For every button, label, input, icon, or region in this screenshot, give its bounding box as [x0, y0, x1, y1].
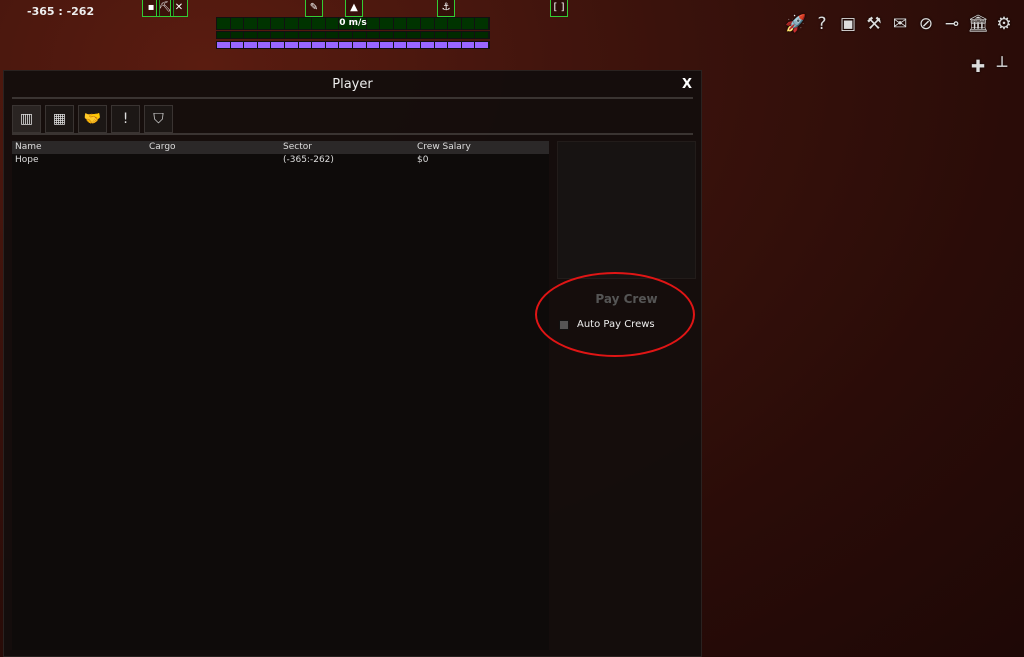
bar-segment — [271, 42, 285, 48]
bar-segment — [339, 32, 353, 38]
bar-segment — [244, 42, 258, 48]
secondary-toolbar: ✚ ┴ — [966, 55, 1014, 79]
bar-segment — [435, 42, 449, 48]
bar-segment — [421, 42, 435, 48]
bar-segment — [380, 42, 394, 48]
bar-segment — [462, 32, 476, 38]
player-window: Player X ▥ ▦ 🤝! ⛉ Name Cargo Sector Crew Sa… — [3, 70, 702, 657]
cell-salary: $0 — [417, 155, 429, 165]
rocket-icon[interactable]: 🚀 — [784, 12, 808, 36]
column-crew-salary[interactable]: Crew Salary — [417, 141, 471, 154]
faction-icon[interactable]: 🏛 — [966, 12, 990, 36]
bar-segment — [394, 32, 408, 38]
stats-tab[interactable]: ▥ — [12, 105, 41, 133]
bar-segment — [299, 42, 313, 48]
robot-arm-icon[interactable]: ⚒ — [862, 12, 886, 36]
bar-segment — [339, 42, 353, 48]
shield-bar — [216, 31, 490, 39]
structure-icon[interactable]: ┴ — [990, 55, 1014, 79]
bar-segment — [231, 32, 245, 38]
top-toolbar: 🚀? ▣ ⚒ ✉ ⊘ ⊸ 🏛 ⚙ — [784, 12, 1016, 36]
bar-segment — [435, 32, 449, 38]
details-panel — [557, 141, 696, 279]
bar-segment — [312, 42, 326, 48]
help-icon[interactable]: ? — [810, 12, 834, 36]
bar-segment — [244, 32, 258, 38]
ship-list: Name Cargo Sector Crew Salary Hope (-365… — [12, 141, 549, 650]
bar-segment — [285, 32, 299, 38]
bar-segment — [353, 32, 367, 38]
divider — [12, 97, 693, 99]
bar-segment — [448, 42, 462, 48]
bar-segment — [407, 42, 421, 48]
bar-segment — [475, 32, 489, 38]
bar-segment — [285, 42, 299, 48]
catalog-icon[interactable]: ▣ — [836, 12, 860, 36]
highlight-circle — [535, 272, 695, 357]
grid-tab[interactable]: ▦ — [45, 105, 74, 133]
bar-segment — [353, 42, 367, 48]
alerts-tab[interactable]: ! — [111, 105, 140, 133]
divider — [12, 133, 693, 135]
close-button[interactable]: X — [682, 77, 692, 92]
coordinates-readout: -365 : -262 — [27, 5, 95, 18]
power-bar — [216, 41, 490, 49]
bar-segment — [312, 32, 326, 38]
frame-button[interactable]: [ ] — [550, 0, 568, 17]
speed-readout: 0 m/s — [339, 18, 367, 28]
anchor-button[interactable]: ⚓ — [437, 0, 455, 17]
bar-segment — [299, 32, 313, 38]
bar-segment — [475, 42, 489, 48]
table-row[interactable]: Hope (-365:-262) $0 — [12, 154, 549, 167]
banner-tab[interactable]: ⛉ — [144, 105, 173, 133]
column-name[interactable]: Name — [15, 141, 149, 154]
bar-segment — [407, 32, 421, 38]
bar-segment — [258, 32, 272, 38]
weapon-icon[interactable]: ⊸ — [940, 12, 964, 36]
cell-cargo — [149, 154, 283, 167]
diplomacy-tab[interactable]: 🤝 — [78, 105, 107, 133]
bar-segment — [367, 42, 381, 48]
bar-segment — [326, 32, 340, 38]
puzzle-gear-icon[interactable]: ⚙ — [992, 12, 1016, 36]
bar-segment — [367, 32, 381, 38]
bar-segment — [217, 42, 231, 48]
bar-segment — [380, 32, 394, 38]
bar-segment — [258, 42, 272, 48]
bar-segment — [326, 42, 340, 48]
bar-segment — [231, 42, 245, 48]
cell-name: Hope — [15, 155, 39, 165]
puzzle-icon[interactable]: ✚ — [966, 55, 990, 79]
bar-segment — [421, 32, 435, 38]
tools-button[interactable]: ✕ — [170, 0, 188, 17]
pencil-button[interactable]: ✎ — [305, 0, 323, 17]
bar-segment — [394, 42, 408, 48]
bar-segment — [271, 32, 285, 38]
arrow-up-button[interactable]: ▲ — [345, 0, 363, 17]
window-title: Player — [332, 77, 373, 92]
table-header: Name Cargo Sector Crew Salary — [12, 141, 549, 154]
bar-segment — [217, 32, 231, 38]
column-sector[interactable]: Sector — [283, 141, 417, 154]
column-cargo[interactable]: Cargo — [149, 141, 283, 154]
navigation-icon[interactable]: ⊘ — [914, 12, 938, 36]
cell-sector: (-365:-262) — [283, 155, 334, 165]
tab-bar: ▥ ▦ 🤝! ⛉ — [12, 105, 173, 133]
mail-icon[interactable]: ✉ — [888, 12, 912, 36]
bar-segment — [448, 32, 462, 38]
bar-segment — [462, 42, 476, 48]
